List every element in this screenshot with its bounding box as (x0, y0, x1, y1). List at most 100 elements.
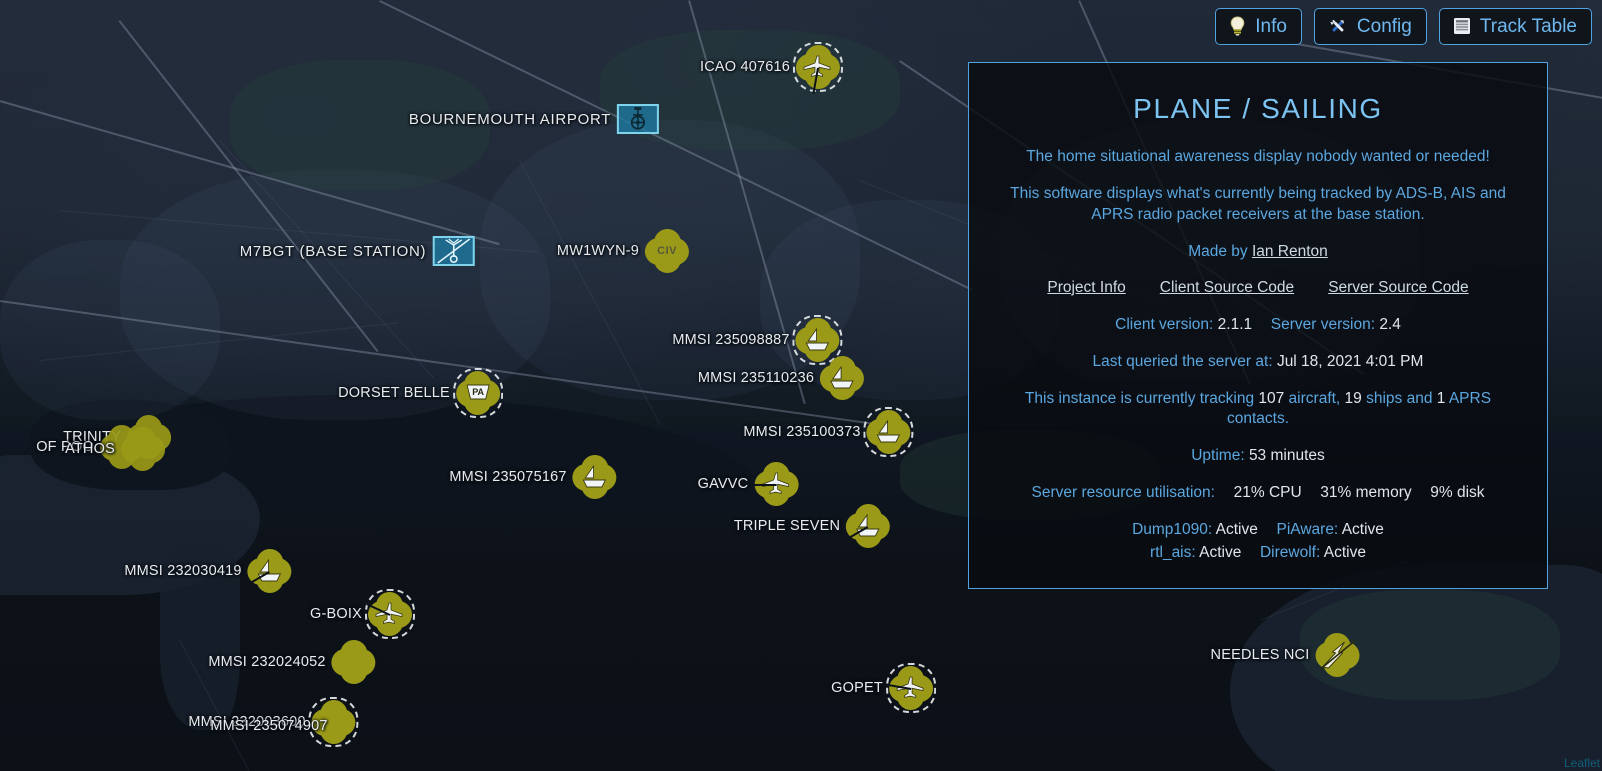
author-link[interactable]: Ian Renton (1252, 243, 1328, 260)
server-source-code-link[interactable]: Server Source Code (1328, 279, 1468, 297)
track-glyph (1315, 633, 1359, 677)
map-marker-mmsi-232030419[interactable]: MMSI 232030419 (124, 549, 292, 593)
airport-symbol-bournemouth-airport[interactable] (617, 104, 660, 134)
client-source-code-link[interactable]: Client Source Code (1160, 279, 1294, 297)
server-version-label: Server version: (1270, 315, 1375, 333)
map-marker-mmsi-235075167[interactable]: MMSI 235075167 (449, 455, 617, 499)
track-symbol-needles-nci[interactable] (1315, 633, 1360, 677)
track-glyph: CIV (645, 229, 689, 273)
map-marker-label-triple-seven: TRIPLE SEVEN (733, 518, 841, 534)
map-marker-label-m7bgt-base-station: M7BGT (BASE STATION) (239, 242, 427, 260)
lightbulb-icon (1229, 16, 1246, 36)
last-queried-label: Last queried the server at: (1092, 352, 1273, 370)
map-marker-g-boix[interactable]: G-BOIX (310, 589, 415, 639)
direwolf-label: Direwolf: (1259, 544, 1321, 562)
map-marker-gavvc[interactable]: GAVVC (698, 462, 799, 506)
rtl-ais-label: rtl_ais: (1150, 544, 1196, 562)
track-symbol-mmsi-235075167[interactable] (572, 455, 617, 499)
map-marker-mw1wyn-9[interactable]: MW1WYN-9 CIV (557, 229, 690, 273)
uptime-label: Uptime: (1191, 447, 1245, 465)
info-resources: Server resource utilisation: 21% CPU 31%… (995, 483, 1521, 504)
map-marker-m7bgt-base-station[interactable]: M7BGT (BASE STATION) (240, 236, 475, 266)
track-symbol-athos[interactable] (120, 427, 165, 471)
track-symbol-mmsi-232030419[interactable] (246, 549, 292, 593)
info-description: This software displays what's currently … (1010, 184, 1506, 223)
map-marker-label-dorset-belle: DORSET BELLE (338, 385, 450, 401)
made-by-prefix: Made by (1188, 242, 1252, 260)
info-versions: Client version: 2.1.1 Server version: 2.… (995, 315, 1521, 336)
piaware-status: Active (1341, 521, 1384, 539)
aircraft-count: 107 (1258, 389, 1285, 407)
map-marker-icao-407616[interactable]: ICAO 407616 (699, 42, 844, 94)
map-marker-label-bournemouth-airport: BOURNEMOUTH AIRPORT (408, 110, 612, 128)
client-version-value: 2.1.1 (1217, 315, 1253, 333)
map-marker-athos[interactable]: ATHOS (65, 427, 165, 471)
track-symbol-mmsi-235110236[interactable] (820, 356, 865, 400)
map-marker-triple-seven[interactable]: TRIPLE SEVEN (733, 504, 891, 548)
last-queried-value: Jul 18, 2021 4:01 PM (1276, 352, 1424, 370)
piaware-label: PiAware: (1276, 521, 1339, 539)
ships-count: 19 (1344, 389, 1362, 407)
map-marker-mmsi-235074907[interactable]: MMSI 235074907 (210, 718, 333, 734)
info-panel: PLANE / SAILING The home situational awa… (968, 62, 1548, 590)
track-table-button[interactable]: Track Table (1438, 8, 1592, 45)
application-root: ICAO 407616 BOURNEMOUTH AIRPORT M7BGT (BAS… (0, 0, 1602, 771)
map-marker-mmsi-235100373[interactable]: MMSI 235100373 (743, 407, 914, 457)
track-symbol-gavvc[interactable] (750, 462, 799, 506)
client-version-label: Client version: (1115, 315, 1214, 333)
project-info-link[interactable]: Project Info (1047, 279, 1125, 297)
map-marker-label-mmsi-232024052: MMSI 232024052 (208, 654, 326, 670)
dump1090-status: Active (1215, 521, 1258, 539)
table-icon (1453, 17, 1471, 35)
rtl-ais-status: Active (1199, 544, 1242, 562)
disk-usage: 9% disk (1430, 484, 1485, 502)
track-symbol-dorset-belle[interactable]: PA (452, 368, 503, 418)
map-marker-label-icao-407616: ICAO 407616 (699, 59, 791, 75)
map-marker-bournemouth-airport[interactable]: BOURNEMOUTH AIRPORT (408, 104, 660, 134)
track-symbol-triple-seven[interactable] (845, 504, 891, 548)
track-glyph (820, 356, 864, 400)
info-tracking-counts: This instance is currently tracking 107 … (995, 389, 1521, 431)
config-button-label: Config (1356, 15, 1412, 37)
info-uptime: Uptime: 53 minutes (995, 446, 1521, 467)
tracking-prefix: This instance is currently tracking (1024, 389, 1259, 407)
map-marker-needles-nci[interactable]: NEEDLES NCI (1211, 633, 1360, 677)
info-links: Project Info Client Source Code Server S… (995, 279, 1521, 297)
info-tagline: The home situational awareness display n… (1026, 148, 1490, 165)
track-glyph (796, 45, 840, 89)
base-station-symbol-m7bgt-base-station[interactable] (432, 236, 475, 266)
info-last-queried: Last queried the server at: Jul 18, 2021… (995, 352, 1521, 373)
uptime-value: 53 minutes (1248, 447, 1325, 465)
map-marker-label-needles-nci: NEEDLES NCI (1210, 647, 1310, 663)
map-marker-gopet[interactable]: GOPET (831, 663, 936, 713)
info-button[interactable]: Info (1215, 8, 1302, 45)
cpu-usage: 21% CPU (1233, 484, 1302, 502)
track-symbol-g-boix[interactable] (364, 589, 415, 639)
track-symbol-mmsi-235100373[interactable] (863, 407, 914, 457)
track-glyph (248, 549, 292, 593)
map-marker-label-athos: ATHOS (65, 441, 115, 457)
ships-word: ships and (1361, 389, 1437, 407)
track-glyph: PA (456, 371, 500, 415)
toolbar: Info Config Track Table (1215, 8, 1592, 45)
info-made-by: Made by Ian Renton (995, 242, 1521, 263)
server-version-value: 2.4 (1379, 315, 1401, 333)
memory-usage: 31% memory (1320, 484, 1412, 502)
map-marker-dorset-belle[interactable]: DORSET BELLE PA (338, 368, 503, 418)
map-marker-label-mmsi-235100373: MMSI 235100373 (743, 424, 861, 440)
config-button[interactable]: Config (1313, 8, 1427, 45)
track-symbol-icao-407616[interactable] (793, 42, 844, 94)
dump1090-label: Dump1090: (1132, 521, 1213, 539)
track-symbol-mmsi-232024052[interactable] (331, 640, 376, 684)
track-symbol-mw1wyn-9[interactable]: CIV (645, 229, 690, 273)
map-urban-area (0, 240, 220, 420)
map-marker-mmsi-235110236[interactable]: MMSI 235110236 (697, 356, 865, 400)
map-marker-mmsi-232024052[interactable]: MMSI 232024052 (208, 640, 376, 684)
info-services-row-2: rtl_ais: Active Direwolf: Active (995, 543, 1521, 564)
svg-text:PA: PA (472, 387, 484, 397)
leaflet-attribution[interactable]: Leaflet (1564, 756, 1600, 770)
track-symbol-gopet[interactable] (885, 663, 936, 713)
track-glyph (846, 504, 890, 548)
map-marker-label-mmsi-235075167: MMSI 235075167 (449, 469, 567, 485)
map-marker-label-mmsi-235110236: MMSI 235110236 (697, 370, 815, 386)
